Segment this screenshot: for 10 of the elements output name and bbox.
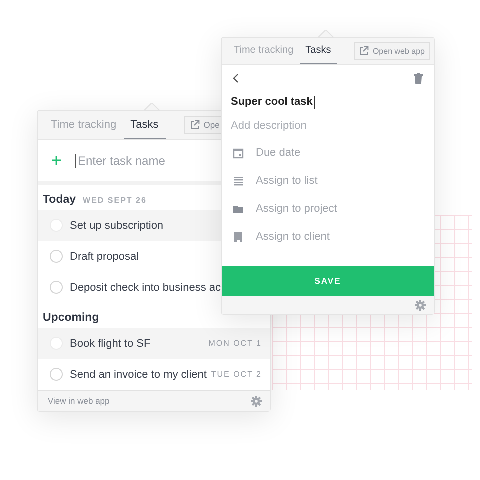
- task-date: TUE OCT 2: [211, 370, 262, 379]
- section-title: Today: [43, 194, 76, 206]
- task-name: Deposit check into business ac: [70, 282, 222, 294]
- task-name: Set up subscription: [70, 220, 164, 232]
- section-title: Upcoming: [43, 312, 100, 324]
- task-name: Book flight to SF: [70, 338, 151, 350]
- task-date: MON OCT 1: [208, 339, 262, 348]
- task-name: Draft proposal: [70, 250, 140, 262]
- task-name: Send an invoice to my client: [70, 368, 207, 380]
- section-date: WED SEPT 26: [83, 196, 147, 205]
